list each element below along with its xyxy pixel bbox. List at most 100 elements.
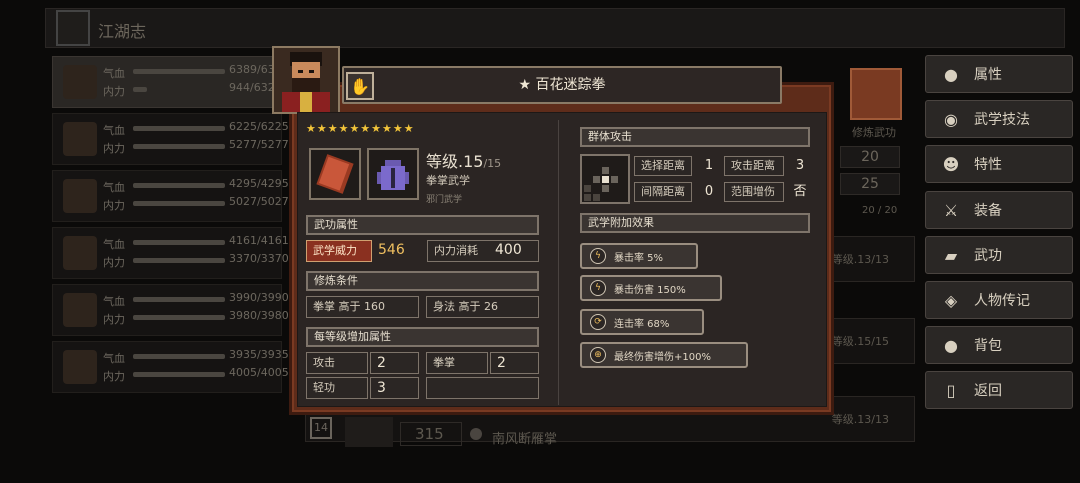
window-title: 江湖志 — [98, 22, 147, 41]
bonus-value: 2 — [370, 352, 419, 374]
bonus-empty — [426, 377, 539, 399]
bg-progress: 20 / 20 — [862, 205, 898, 216]
hp-value: 4295/4295 — [229, 177, 289, 190]
req-1: 拳掌 高于 160 — [306, 296, 419, 318]
mp-label: 内力 — [103, 199, 125, 212]
cost-value: 400 — [495, 242, 522, 258]
person-star-icon: ☻ — [942, 154, 960, 174]
skill-title: ★ 百花迷踪拳 — [518, 77, 606, 93]
aoe-boost-value: 否 — [793, 184, 807, 199]
select-range-value: 1 — [704, 158, 714, 173]
skill-type-slot[interactable] — [367, 148, 419, 200]
character-portrait — [272, 46, 340, 114]
section-area: 群体攻击 — [580, 127, 810, 147]
person-icon: ● — [944, 64, 958, 84]
lightning-icon: ϟ — [590, 280, 606, 296]
roster-row[interactable]: 气血 4161/4161 内力 3370/3370 — [52, 227, 289, 279]
bug-icon — [377, 160, 409, 190]
section-req: 修炼条件 — [306, 271, 539, 291]
hp-value: 6225/6225 — [229, 120, 289, 133]
hp-label: 气血 — [103, 352, 125, 365]
req-2: 身法 高于 26 — [426, 296, 539, 318]
effect-combo-rate: ⟳ 连击率 68% — [580, 309, 704, 335]
door-icon: ▯ — [946, 380, 956, 400]
card-level: 等级.13/13 — [831, 253, 889, 266]
sidebar-item-attributes[interactable]: ● 属性 — [925, 55, 1073, 93]
hp-bar — [133, 240, 225, 245]
roster-row[interactable]: 气血 6225/6225 内力 5277/5277 — [52, 113, 289, 165]
sidebar-item-label: 武学技法 — [974, 112, 1030, 128]
roster-row[interactable]: 气血 3990/3990 内力 3980/3980 — [52, 284, 289, 336]
hp-bar — [133, 354, 225, 359]
mp-label: 内力 — [103, 142, 125, 155]
sidebar-item-biography[interactable]: ◈ 人物传记 — [925, 281, 1073, 319]
sidebar-item-kungfu[interactable]: ▰ 武功 — [925, 236, 1073, 274]
book-icon: ▰ — [944, 245, 958, 265]
skill-stars: ★★★★★★★★★★ — [306, 122, 415, 135]
skill-level: 等级.15/15 — [426, 152, 502, 171]
sidebar-item-traits[interactable]: ☻ 特性 — [925, 145, 1073, 183]
avatar — [63, 293, 97, 327]
card-index-badge: 14 — [310, 417, 332, 439]
effect-crit-damage: ϟ 暴击伤害 150% — [580, 275, 722, 301]
bonus-value: 2 — [490, 352, 539, 374]
hp-label: 气血 — [103, 295, 125, 308]
sidebar-item-bag[interactable]: ● 背包 — [925, 326, 1073, 364]
practice-book-icon[interactable] — [850, 68, 902, 120]
top-title-bar — [45, 8, 1065, 48]
practice-label: 修炼武功 — [852, 126, 896, 139]
sidebar-item-equipment[interactable]: ⚔ 装备 — [925, 191, 1073, 229]
bottom-skill-name: 南风断雁掌 — [492, 432, 558, 447]
mp-value: 4005/4005 — [229, 366, 289, 379]
attack-range-value: 3 — [795, 158, 805, 173]
bonus-label: 攻击 — [306, 352, 368, 374]
bonus-label: 轻功 — [306, 377, 368, 399]
hp-label: 气血 — [103, 124, 125, 137]
mp-label: 内力 — [103, 370, 125, 383]
bg-number-1: 20 — [840, 146, 900, 168]
hp-label: 气血 — [103, 181, 125, 194]
hp-bar — [133, 69, 225, 74]
attack-area-grid — [580, 154, 630, 204]
sidebar-item-label: 背包 — [974, 338, 1002, 354]
area-grid-icon — [345, 417, 393, 447]
avatar — [63, 122, 97, 156]
section-per-level: 每等级增加属性 — [306, 327, 539, 347]
book-icon — [316, 154, 354, 194]
hp-value: 3935/3935 — [229, 348, 289, 361]
sidebar-item-back[interactable]: ▯ 返回 — [925, 371, 1073, 409]
roster-row[interactable]: 气血 4295/4295 内力 5027/5027 — [52, 170, 289, 222]
select-range-label: 选择距离 — [634, 156, 692, 176]
card-level: 等级.13/13 — [831, 413, 889, 426]
bag-icon: ● — [944, 335, 958, 355]
roster-row[interactable]: 气血 6389/6389 内力 944/6329 — [52, 56, 289, 108]
skill-school: 邪门武学 — [426, 195, 463, 205]
skill-book-slot[interactable] — [309, 148, 361, 200]
mp-value: 3980/3980 — [229, 309, 289, 322]
effect-final-damage: ⊕ 最终伤害增伤+100% — [580, 342, 748, 368]
sidebar-item-label: 装备 — [974, 203, 1002, 219]
bg-number-2: 25 — [840, 173, 900, 195]
combo-icon: ⟳ — [590, 314, 606, 330]
sidebar-item-martial-skills[interactable]: ◉ 武学技法 — [925, 100, 1073, 138]
hp-value: 3990/3990 — [229, 291, 289, 304]
journal-icon — [56, 10, 90, 46]
skill-type: 拳掌武学 — [426, 174, 470, 187]
scroll-icon: ◈ — [944, 290, 958, 310]
roster-row[interactable]: 气血 3935/3935 内力 4005/4005 — [52, 341, 289, 393]
bottom-value: 315 — [400, 422, 462, 446]
mp-bar — [133, 144, 225, 149]
section-attr: 武功属性 — [306, 215, 539, 235]
mp-bar — [133, 201, 225, 206]
section-effects: 武学附加效果 — [580, 213, 810, 233]
avatar — [63, 65, 97, 99]
sidebar-item-label: 属性 — [974, 67, 1002, 83]
power-value: 546 — [378, 242, 405, 258]
hp-label: 气血 — [103, 238, 125, 251]
target-icon: ⊕ — [590, 347, 606, 363]
interval-label: 间隔距离 — [634, 182, 692, 202]
hp-bar — [133, 183, 225, 188]
fist-icon — [470, 428, 482, 440]
bonus-value: 3 — [370, 377, 419, 399]
mp-bar — [133, 258, 225, 263]
